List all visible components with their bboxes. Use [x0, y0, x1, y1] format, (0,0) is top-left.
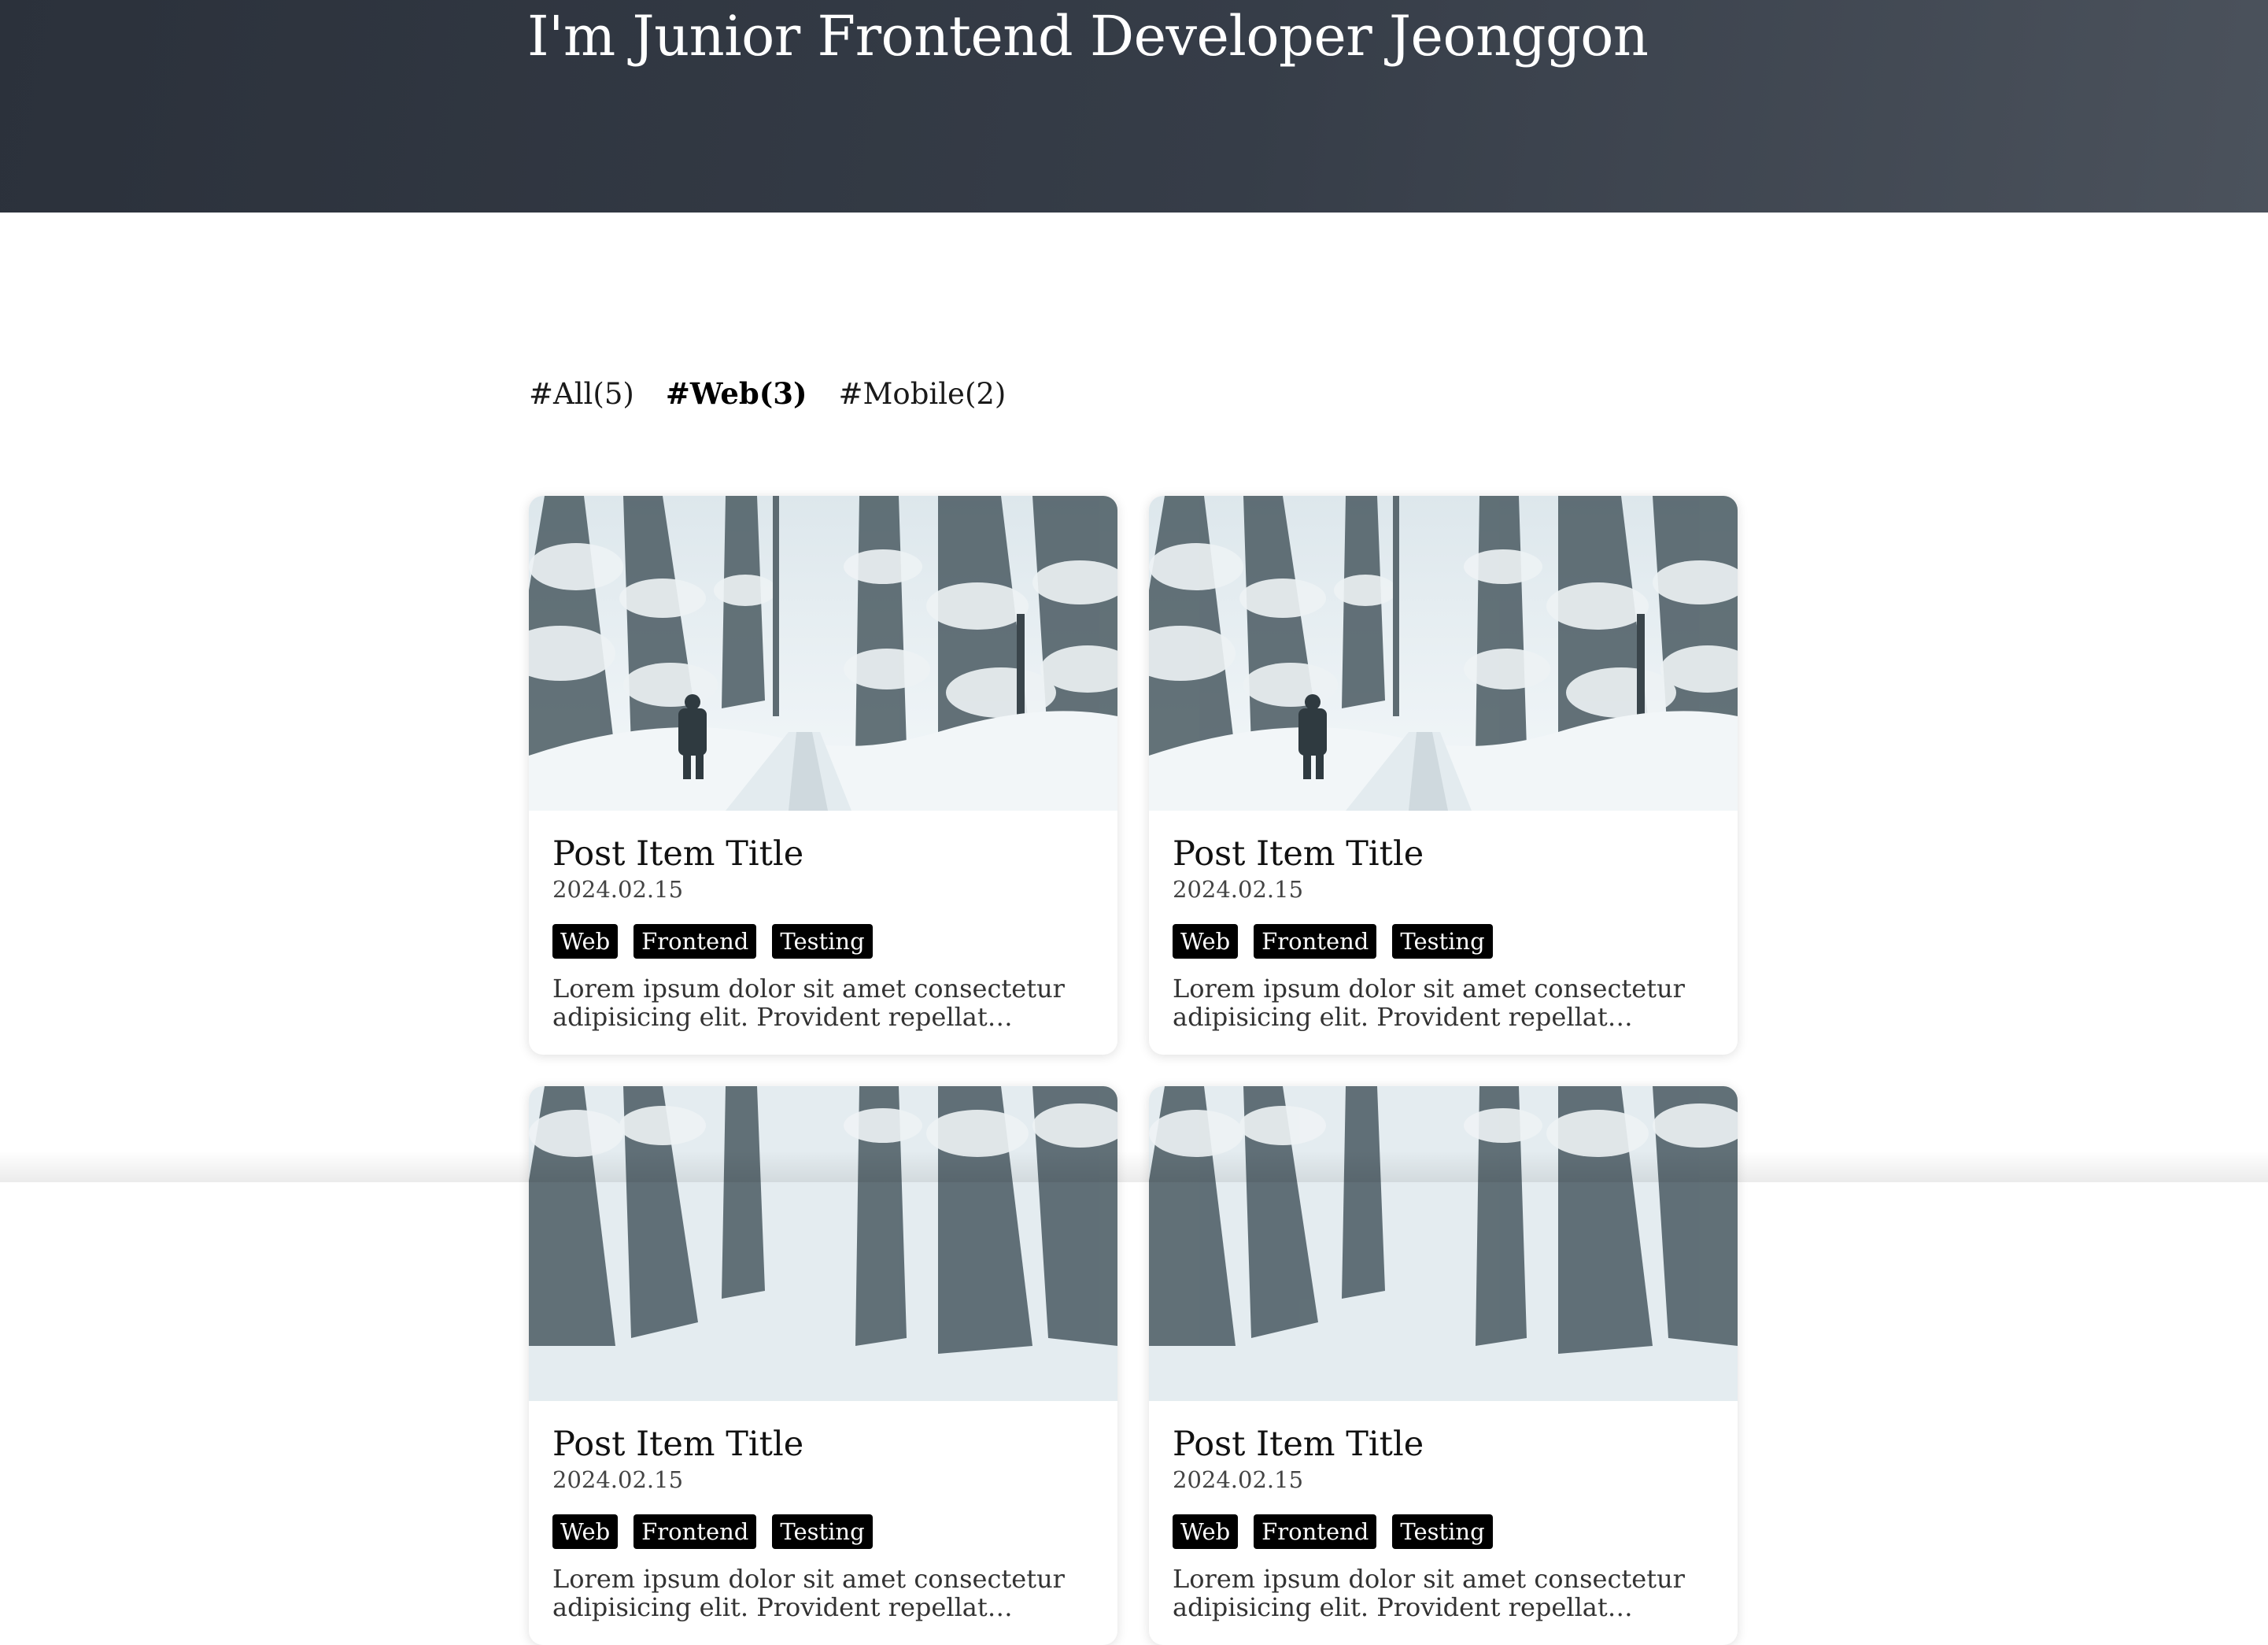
- tag-testing[interactable]: Testing: [1392, 1514, 1493, 1549]
- post-summary: Lorem ipsum dolor sit amet consectetur a…: [1173, 1565, 1685, 1621]
- tag-frontend[interactable]: Frontend: [633, 924, 757, 959]
- post-summary: Lorem ipsum dolor sit amet consectetur a…: [1173, 974, 1685, 1031]
- category-filter: #All(5) #Web(3) #Mobile(2): [529, 372, 1006, 416]
- post-title[interactable]: Post Item Title: [1173, 833, 1714, 875]
- tag-web[interactable]: Web: [552, 924, 619, 959]
- post-thumbnail-image: [529, 1086, 1117, 1401]
- tag-list: Web Frontend Testing: [1173, 1514, 1714, 1549]
- post-card[interactable]: Post Item Title 2024.02.15 Web Frontend …: [1149, 1086, 1738, 1645]
- tag-frontend[interactable]: Frontend: [633, 1514, 757, 1549]
- tag-list: Web Frontend Testing: [552, 1514, 1094, 1549]
- tag-list: Web Frontend Testing: [1173, 924, 1714, 959]
- post-date: 2024.02.15: [552, 1466, 684, 1493]
- post-body: Post Item Title 2024.02.15 Web Frontend …: [529, 1401, 1117, 1621]
- post-body: Post Item Title 2024.02.15 Web Frontend …: [1149, 811, 1738, 1031]
- category-mobile[interactable]: #Mobile(2): [839, 377, 1007, 411]
- post-card[interactable]: Post Item Title 2024.02.15 Web Frontend …: [1149, 496, 1738, 1055]
- post-title[interactable]: Post Item Title: [552, 1423, 1094, 1466]
- post-card[interactable]: Post Item Title 2024.02.15 Web Frontend …: [529, 1086, 1117, 1645]
- post-date: 2024.02.15: [1173, 876, 1304, 903]
- post-thumbnail-image: [1149, 496, 1738, 811]
- tag-web[interactable]: Web: [1173, 1514, 1239, 1549]
- post-thumbnail-image: [529, 496, 1117, 811]
- hero-banner: I'm Junior Frontend Developer Jeonggon: [0, 0, 2268, 213]
- post-summary: Lorem ipsum dolor sit amet consectetur a…: [552, 974, 1065, 1031]
- post-card[interactable]: Post Item Title 2024.02.15 Web Frontend …: [529, 496, 1117, 1055]
- post-title[interactable]: Post Item Title: [1173, 1423, 1714, 1466]
- category-all[interactable]: #All(5): [529, 377, 634, 411]
- post-summary: Lorem ipsum dolor sit amet consectetur a…: [552, 1565, 1065, 1621]
- tag-testing[interactable]: Testing: [772, 924, 873, 959]
- hero-title: I'm Junior Frontend Developer Jeonggon: [527, 4, 1649, 68]
- post-thumbnail-image: [1149, 1086, 1738, 1401]
- tag-testing[interactable]: Testing: [772, 1514, 873, 1549]
- tag-web[interactable]: Web: [552, 1514, 619, 1549]
- post-body: Post Item Title 2024.02.15 Web Frontend …: [529, 811, 1117, 1031]
- category-web[interactable]: #Web(3): [666, 376, 807, 411]
- tag-list: Web Frontend Testing: [552, 924, 1094, 959]
- post-body: Post Item Title 2024.02.15 Web Frontend …: [1149, 1401, 1738, 1621]
- post-title[interactable]: Post Item Title: [552, 833, 1094, 875]
- tag-frontend[interactable]: Frontend: [1254, 924, 1377, 959]
- post-date: 2024.02.15: [552, 876, 684, 903]
- post-date: 2024.02.15: [1173, 1466, 1304, 1493]
- tag-frontend[interactable]: Frontend: [1254, 1514, 1377, 1549]
- post-list: Post Item Title 2024.02.15 Web Frontend …: [529, 496, 1741, 1645]
- tag-web[interactable]: Web: [1173, 924, 1239, 959]
- tag-testing[interactable]: Testing: [1392, 924, 1493, 959]
